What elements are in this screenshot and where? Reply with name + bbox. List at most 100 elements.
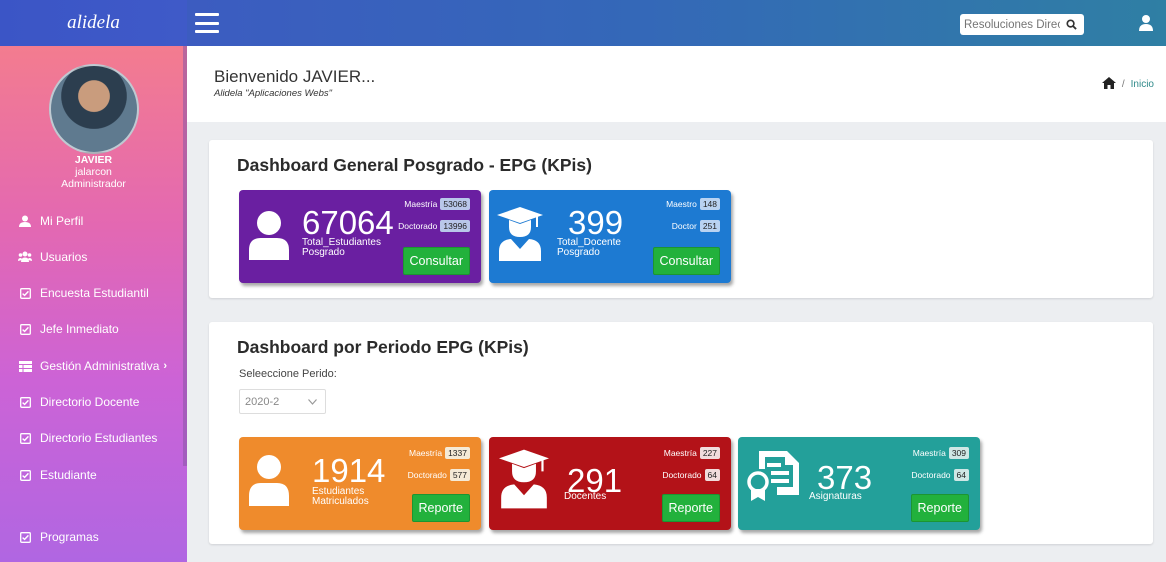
badge-label: Doctorado — [407, 470, 447, 480]
kpi-label-sub: Posgrado — [557, 247, 600, 258]
kpi-badge-row: Maestría 227 — [664, 447, 720, 459]
period-select[interactable]: 2020-2 — [239, 389, 326, 414]
sidebar-item-label: Jefe Inmediato — [40, 322, 119, 336]
badge-label: Maestría — [912, 448, 946, 458]
kpi-badge-row: Maestría 309 — [913, 447, 969, 459]
sidebar-item-jefe-inmediato[interactable]: Jefe Inmediato — [18, 322, 119, 336]
consultar-button[interactable]: Consultar — [652, 247, 720, 275]
period-select-label: Seleeccione Perido: — [239, 368, 337, 380]
kpi-value: 399 — [568, 204, 624, 241]
checkbox-icon — [18, 530, 32, 544]
kpi-label-sub: Matriculados — [312, 496, 369, 507]
reporte-button[interactable]: Reporte — [411, 494, 470, 522]
kpi-card-period-teachers: 291 Docentes Maestría 227 Doctorado 64 R… — [489, 437, 731, 530]
sidebar-item-gestion-administrativa[interactable]: Gestión Administrativa › — [18, 359, 167, 373]
badge-label: Doctorado — [911, 470, 951, 480]
checkbox-icon — [18, 322, 32, 336]
sidebar-item-label: Directorio Docente — [40, 395, 140, 409]
status-badge: 64 — [704, 469, 720, 481]
kpi-value: 1914 — [312, 452, 386, 489]
sidebar-item-label: Programas — [40, 530, 99, 544]
status-badge: 148 — [699, 198, 720, 210]
sidebar-item-label: Gestión Administrativa — [40, 359, 160, 373]
chevron-right-icon: › — [163, 360, 168, 372]
kpi-card-total-teachers: 399 Total_Docente Posgrado Maestro 148 D… — [489, 190, 731, 283]
period-select-value: 2020-2 — [245, 396, 280, 408]
badge-label: Maestría — [409, 448, 443, 458]
top-navbar: alidela — [0, 0, 1166, 46]
periodo-dashboard-panel: Dashboard por Periodo EPG (KPis) Seleecc… — [209, 322, 1153, 544]
sidebar: JAVIER jalarcon Administrador Mi Perfil … — [0, 46, 187, 562]
avatar — [49, 64, 139, 154]
kpi-badge-row: Maestría 1337 — [409, 447, 470, 459]
chevron-down-icon — [308, 396, 317, 408]
kpi-badge-row: Maestro 148 — [666, 198, 720, 210]
kpi-value: 67064 — [302, 204, 394, 241]
consultar-button[interactable]: Consultar — [402, 247, 470, 275]
periodo-dashboard-title: Dashboard por Periodo EPG (KPis) — [237, 337, 529, 357]
general-dashboard-title: Dashboard General Posgrado - EPG (KPis) — [237, 155, 592, 175]
checkbox-icon — [18, 431, 32, 445]
sidebar-item-label: Usuarios — [40, 250, 88, 264]
kpi-badge-row: Doctorado 64 — [911, 469, 969, 481]
checkbox-icon — [18, 468, 32, 482]
user-icon — [18, 214, 32, 228]
user-name: JAVIER — [74, 154, 113, 166]
status-badge: 577 — [449, 469, 470, 481]
user-role: Administrador — [61, 178, 126, 190]
search-icon[interactable] — [1060, 15, 1082, 34]
kpi-badge-row: Doctor 251 — [672, 220, 720, 232]
home-icon[interactable] — [1101, 77, 1116, 92]
badge-label: Doctorado — [662, 470, 702, 480]
badge-label: Maestro — [666, 199, 697, 209]
checkbox-icon — [18, 286, 32, 300]
sidebar-item-mi-perfil[interactable]: Mi Perfil — [18, 214, 83, 228]
sidebar-item-directorio-estudiantes[interactable]: Directorio Estudiantes — [18, 431, 157, 445]
table-icon — [18, 359, 32, 373]
sidebar-item-encuesta-estudiantil[interactable]: Encuesta Estudiantil — [18, 286, 149, 300]
sidebar-item-estudiante[interactable]: Estudiante — [18, 468, 97, 482]
kpi-card-enrolled-students: 1914 Estudiantes Matriculados Maestría 1… — [239, 437, 481, 530]
kpi-badge-row: Doctorado 64 — [662, 469, 720, 481]
sidebar-item-programas[interactable]: Programas — [18, 530, 99, 544]
breadcrumb: / Inicio — [1101, 77, 1154, 92]
status-badge: 309 — [948, 447, 969, 459]
kpi-card-total-students: 67064 Total_Estudiantes Posgrado Maestrí… — [239, 190, 481, 283]
certificate-icon — [747, 451, 803, 506]
page-title: Bienvenido JAVIER... — [214, 67, 376, 86]
kpi-card-subjects: 373 Asignaturas Maestría 309 Doctorado 6… — [738, 437, 980, 530]
badge-label: Doctorado — [398, 221, 438, 231]
search-input[interactable] — [960, 15, 1060, 34]
kpi-label: Asignaturas — [809, 491, 862, 502]
sidebar-item-label: Encuesta Estudiantil — [40, 286, 149, 300]
menu-toggle-icon[interactable] — [195, 13, 219, 33]
badge-label: Maestría — [663, 448, 697, 458]
user-silhouette-icon — [248, 454, 290, 511]
badge-label: Maestría — [404, 199, 438, 209]
breadcrumb-separator: / — [1121, 79, 1125, 90]
user-menu-icon[interactable] — [1138, 14, 1154, 32]
general-dashboard-panel: Dashboard General Posgrado - EPG (KPis) … — [209, 140, 1153, 298]
search-box — [960, 14, 1084, 35]
user-silhouette-icon — [248, 210, 290, 265]
status-badge: 53068 — [440, 198, 470, 210]
breadcrumb-link-inicio[interactable]: Inicio — [1131, 79, 1154, 90]
status-badge: 64 — [953, 469, 969, 481]
sidebar-item-label: Estudiante — [40, 468, 97, 482]
status-badge: 251 — [699, 220, 720, 232]
users-icon — [18, 250, 32, 264]
user-username: jalarcon — [75, 166, 112, 178]
reporte-button[interactable]: Reporte — [661, 494, 720, 522]
sidebar-item-directorio-docente[interactable]: Directorio Docente — [18, 395, 139, 409]
badge-label: Doctor — [671, 221, 697, 231]
graduate-icon — [497, 207, 543, 266]
reporte-button[interactable]: Reporte — [910, 494, 969, 522]
status-badge: 13996 — [440, 220, 470, 232]
status-badge: 227 — [699, 447, 720, 459]
sidebar-item-label: Directorio Estudiantes — [40, 431, 158, 445]
kpi-value: 373 — [817, 459, 873, 496]
brand-logo[interactable]: alidela — [0, 0, 187, 46]
sidebar-item-usuarios[interactable]: Usuarios — [18, 250, 87, 264]
kpi-label: Docentes — [564, 491, 607, 502]
sidebar-item-label: Mi Perfil — [40, 214, 84, 228]
